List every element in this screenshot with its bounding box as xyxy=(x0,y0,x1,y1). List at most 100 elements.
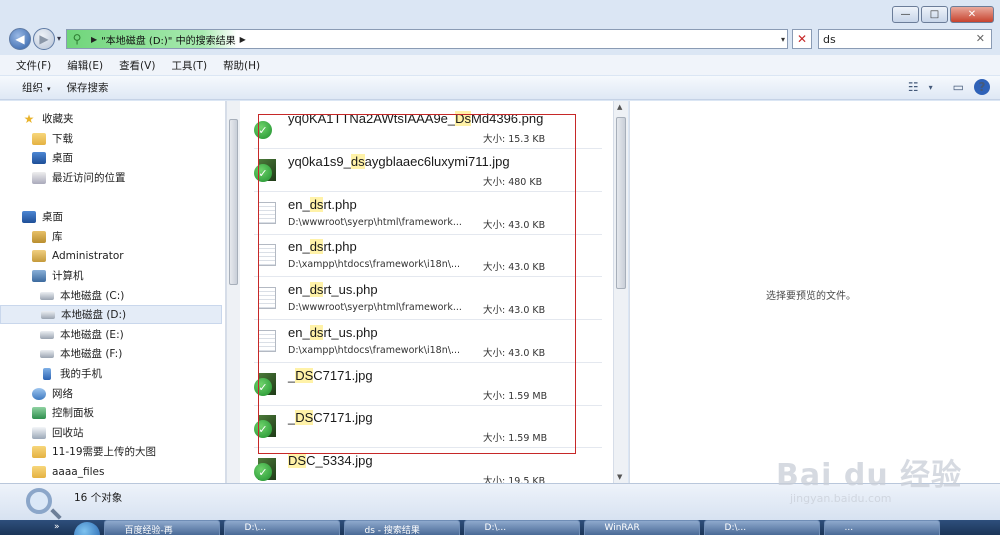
file-size: 大小: 480 KB xyxy=(483,177,543,188)
download-folder-icon xyxy=(32,132,46,145)
recent-places-icon xyxy=(32,171,46,184)
file-name: yq0ka1s9_dsaygblaaec6luxymi711.jpg xyxy=(288,154,510,169)
search-match-highlight: ds xyxy=(309,282,324,297)
sidebar-item-desktop[interactable]: 桌面 xyxy=(0,207,222,226)
list-item[interactable]: en_dsrt.php D:\wwwroot\syerp\html\framew… xyxy=(254,193,602,235)
sidebar-item-recycle-bin[interactable]: 回收站 xyxy=(0,423,222,442)
folder-icon xyxy=(32,445,46,458)
sidebar-item-downloads[interactable]: 下载 xyxy=(0,129,222,148)
file-size: 大小: 43.0 KB xyxy=(483,220,546,231)
breadcrumb-separator[interactable]: ▶ xyxy=(91,35,97,44)
address-dropdown[interactable]: ▾ xyxy=(776,29,790,49)
sidebar-item-favorites[interactable]: ★ 收藏夹 xyxy=(0,109,222,128)
file-name: en_dsrt_us.php xyxy=(288,325,378,340)
list-item[interactable]: ✓ DSC_5334.jpg 大小: 19.5 KB xyxy=(254,449,602,483)
desktop-icon xyxy=(32,151,46,164)
file-name: DSC_5334.jpg xyxy=(288,453,373,468)
menu-file[interactable]: 文件(F) xyxy=(8,55,59,75)
back-button[interactable]: ◀ xyxy=(9,28,31,50)
scrollbar-thumb[interactable] xyxy=(616,117,626,289)
close-button[interactable]: ✕ xyxy=(950,6,994,23)
taskbar-button-search[interactable]: ds - 搜索结果 xyxy=(343,520,460,535)
preview-pane-icon[interactable]: ▭ xyxy=(953,80,964,94)
file-size: 大小: 19.5 KB xyxy=(483,476,546,483)
list-item[interactable]: en_dsrt.php D:\xampp\htdocs\framework\i1… xyxy=(254,235,602,277)
file-size: 大小: 43.0 KB xyxy=(483,348,546,359)
menu-view[interactable]: 查看(V) xyxy=(111,55,163,75)
sidebar-item-label: 控制面板 xyxy=(52,407,94,419)
drive-icon xyxy=(40,291,54,300)
list-item[interactable]: ✓ _DSC7171.jpg 大小: 1.59 MB xyxy=(254,364,602,406)
sidebar-item-label: 库 xyxy=(52,231,63,243)
sidebar-item-label: 本地磁盘 (E:) xyxy=(60,329,124,341)
maximize-button[interactable]: □ xyxy=(921,6,948,23)
file-size: 大小: 43.0 KB xyxy=(483,262,546,273)
sidebar-item-administrator[interactable]: Administrator xyxy=(0,246,222,265)
results-scrollbar[interactable]: ▲ ▼ xyxy=(613,101,628,483)
sidebar-item-desktop-fav[interactable]: 桌面 xyxy=(0,148,222,167)
sidebar-item-folder-1119[interactable]: 11-19需要上传的大图 xyxy=(0,442,222,461)
preview-message: 选择要预览的文件。 xyxy=(766,291,856,302)
organize-button[interactable]: 组织 ▾ xyxy=(14,78,59,97)
stop-search-button[interactable]: ✕ xyxy=(792,29,812,49)
sidebar-item-my-phone[interactable]: 我的手机 xyxy=(0,364,222,383)
sidebar-item-drive-f[interactable]: 本地磁盘 (F:) xyxy=(0,344,222,363)
sidebar-item-label: 回收站 xyxy=(52,427,84,439)
sidebar-item-recent[interactable]: 最近访问的位置 xyxy=(0,168,222,187)
file-name: en_dsrt.php xyxy=(288,197,357,212)
taskbar-button-app[interactable]: D:\... xyxy=(223,520,340,535)
document-icon xyxy=(258,202,276,224)
menu-tools[interactable]: 工具(T) xyxy=(163,55,215,75)
sidebar-item-computer[interactable]: 计算机 xyxy=(0,266,222,285)
document-icon xyxy=(258,287,276,309)
minimize-button[interactable]: — xyxy=(892,6,919,23)
search-match-highlight: DS xyxy=(295,368,314,383)
sync-check-icon: ✓ xyxy=(254,420,272,438)
menu-edit[interactable]: 编辑(E) xyxy=(59,55,111,75)
command-bar-right: ☷ ▾ ▭ ? xyxy=(908,79,990,95)
sidebar-item-label: 我的手机 xyxy=(60,368,102,380)
baidu-watermark: Bai du 经验 jingyan.baidu.com xyxy=(776,446,976,516)
sidebar-item-drive-d[interactable]: 本地磁盘 (D:) xyxy=(0,305,222,324)
sidebar-item-drive-e[interactable]: 本地磁盘 (E:) xyxy=(0,325,222,344)
list-item[interactable]: en_dsrt_us.php D:\xampp\htdocs\framework… xyxy=(254,321,602,363)
change-view-icon[interactable]: ☷ xyxy=(908,80,919,94)
file-name: en_dsrt_us.php xyxy=(288,282,378,297)
file-size: 大小: 43.0 KB xyxy=(483,305,546,316)
recent-pages-dropdown[interactable]: ▾ xyxy=(57,34,61,43)
breadcrumb-search-results[interactable]: "本地磁盘 (D:)" 中的搜索结果 xyxy=(101,32,235,47)
scroll-up-icon[interactable]: ▲ xyxy=(617,103,622,111)
command-bar: 组织 ▾ 保存搜索 ☷ ▾ ▭ ? xyxy=(0,76,1000,100)
sidebar-item-drive-c[interactable]: 本地磁盘 (C:) xyxy=(0,286,222,305)
start-button[interactable] xyxy=(73,522,100,535)
taskbar-button-other[interactable]: ... xyxy=(823,520,940,535)
taskbar-button-winrar[interactable]: WinRAR xyxy=(583,520,700,535)
item-count: 16 个对象 xyxy=(74,492,123,504)
taskbar-button-browser[interactable]: 百度经验-再 xyxy=(103,520,220,535)
save-search-button[interactable]: 保存搜索 xyxy=(59,78,117,97)
sidebar-item-libraries[interactable]: 库 xyxy=(0,227,222,246)
list-item[interactable]: ✓ yq0KA1TTNa2AWtsIAAA9e_DsMd4396.png 大小:… xyxy=(254,107,602,149)
list-item[interactable]: ✓ _DSC7171.jpg 大小: 1.59 MB xyxy=(254,406,602,448)
navigation-pane: ★ 收藏夹 下载 桌面 最近访问的位置 桌面 库 Administrator 计算… xyxy=(0,101,226,483)
taskbar-chevron[interactable]: » xyxy=(54,522,60,532)
breadcrumb-chevron[interactable]: ▶ xyxy=(240,35,246,44)
sidebar-item-control-panel[interactable]: 控制面板 xyxy=(0,403,222,422)
scroll-down-icon[interactable]: ▼ xyxy=(617,473,622,481)
sidebar-item-aaaa-files[interactable]: aaaa_files xyxy=(0,462,222,481)
list-item[interactable]: ✓ yq0ka1s9_dsaygblaaec6luxymi711.jpg 大小:… xyxy=(254,150,602,192)
address-bar[interactable]: ⚲ ▶ "本地磁盘 (D:)" 中的搜索结果 ▶ xyxy=(66,29,788,49)
view-options-dropdown[interactable]: ▾ xyxy=(929,83,933,92)
clear-search-icon[interactable]: ✕ xyxy=(976,32,985,45)
taskbar-button-folder[interactable]: D:\... xyxy=(463,520,580,535)
forward-button[interactable]: ▶ xyxy=(33,28,55,50)
computer-icon xyxy=(32,269,46,282)
menu-help[interactable]: 帮助(H) xyxy=(215,55,268,75)
navigation-scrollbar[interactable] xyxy=(226,101,240,483)
taskbar-button-explorer[interactable]: D:\... xyxy=(703,520,820,535)
help-icon[interactable]: ? xyxy=(974,79,990,95)
list-item[interactable]: en_dsrt_us.php D:\wwwroot\syerp\html\fra… xyxy=(254,278,602,320)
sidebar-item-network[interactable]: 网络 xyxy=(0,384,222,403)
scrollbar-thumb[interactable] xyxy=(229,119,238,285)
search-input[interactable]: ds ✕ xyxy=(818,29,992,49)
